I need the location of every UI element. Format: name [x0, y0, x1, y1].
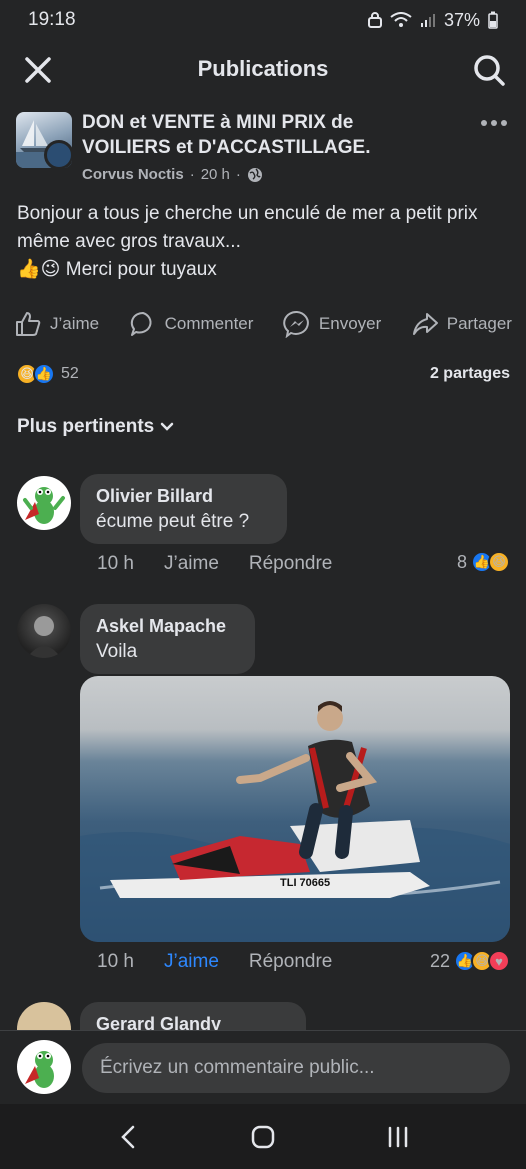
comment-composer: Écrivez un commentaire public...: [0, 1030, 526, 1104]
comment-actions: 10 h J’aime Répondre: [97, 951, 332, 973]
status-bar: 19:18 37%: [0, 0, 526, 40]
globe-icon: [247, 167, 262, 182]
comment-bubble: Olivier Billard écume peut être ?: [80, 474, 287, 544]
haha-reaction-icon: 😆: [488, 551, 510, 573]
more-icon[interactable]: [480, 118, 508, 128]
group-avatar[interactable]: [16, 112, 72, 168]
reaction-count[interactable]: 52: [61, 365, 79, 383]
post-actions: J’aime Commenter Envoyer Partager: [0, 306, 526, 342]
comment-reaction-count: 8: [456, 551, 467, 572]
share-icon: [412, 313, 438, 335]
avatar[interactable]: [17, 476, 71, 530]
close-icon[interactable]: [22, 54, 54, 86]
comment-bubble: Gerard Glandy: [80, 1002, 306, 1030]
frog-avatar-image: [23, 487, 65, 524]
comment-like-button[interactable]: J’aime: [164, 553, 219, 575]
post-text-line2: Merci pour tuyaux: [65, 259, 217, 280]
share-button[interactable]: Partager: [411, 310, 512, 338]
messenger-icon: [283, 310, 309, 338]
comment-partial: Gerard Glandy: [0, 1002, 526, 1030]
comment-button[interactable]: Commenter: [129, 310, 253, 338]
group-name[interactable]: DON et VENTE à MINI PRIX de VOILIERS et …: [82, 110, 412, 160]
comment-text: Voila: [96, 641, 138, 662]
recents-icon[interactable]: [378, 1124, 418, 1150]
battery-icon: [488, 11, 498, 29]
meta-separator: ·: [189, 166, 195, 183]
comment-reactions[interactable]: 22 👍 😆 ♥: [430, 950, 510, 972]
frog-avatar-image: [25, 1051, 54, 1088]
jet-ski-photo: TLI 70665: [80, 701, 510, 942]
group-avatar-badge: [44, 140, 72, 168]
avatar[interactable]: [17, 604, 71, 658]
post-body: Bonjour a tous je cherche un enculé de m…: [17, 200, 512, 284]
comment-reply-button[interactable]: Répondre: [249, 951, 332, 973]
comment-author[interactable]: Olivier Billard: [96, 484, 271, 508]
comment-time[interactable]: 10 h: [97, 553, 134, 575]
back-icon[interactable]: [108, 1124, 148, 1150]
comment-input-placeholder: Écrivez un commentaire public...: [100, 1057, 375, 1078]
love-reaction-icon: ♥: [488, 950, 510, 972]
like-icon: [16, 312, 41, 336]
comment-input[interactable]: Écrivez un commentaire public...: [82, 1043, 510, 1093]
signal-icon: [420, 14, 435, 27]
post-meta: Corvus Noctis · 20 h ·: [82, 166, 263, 183]
share-count[interactable]: 2 partages: [430, 365, 510, 383]
reaction-summary[interactable]: 😆 👍: [16, 363, 55, 385]
meta-separator: ·: [235, 166, 241, 183]
comment-icon: [130, 311, 152, 336]
photo-caption: TLI 70665: [280, 877, 330, 889]
comment-reaction-count: 22: [429, 950, 450, 971]
comment-text: écume peut être ?: [96, 511, 250, 532]
post-stats: 😆 👍 52 2 partages: [16, 362, 510, 386]
battery-level: 37%: [443, 9, 480, 30]
home-icon[interactable]: [243, 1124, 283, 1150]
avatar[interactable]: [17, 1002, 71, 1030]
comment-sort-dropdown[interactable]: Plus pertinents: [17, 416, 174, 438]
comment-reactions[interactable]: 8 👍 😆: [457, 551, 510, 573]
post-header: DON et VENTE à MINI PRIX de VOILIERS et …: [16, 110, 510, 183]
comment-actions: 10 h J’aime Répondre: [97, 553, 332, 575]
search-icon[interactable]: [472, 53, 506, 87]
post-time[interactable]: 20 h: [201, 166, 230, 183]
post-text-line1: Bonjour a tous je cherche un enculé de m…: [17, 203, 478, 252]
system-nav-bar: [0, 1104, 526, 1169]
top-bar: Publications: [0, 44, 526, 94]
my-avatar: [17, 1040, 71, 1094]
comment-author[interactable]: Askel Mapache: [96, 614, 239, 638]
post-emojis: 👍😉: [17, 259, 61, 280]
comment-time[interactable]: 10 h: [97, 951, 134, 973]
comment-bubble: Askel Mapache Voila: [80, 604, 255, 674]
person-avatar-image: [27, 616, 61, 658]
post-author[interactable]: Corvus Noctis: [82, 166, 184, 183]
lock-icon: [367, 12, 382, 28]
comment-like-button[interactable]: J’aime: [164, 951, 219, 973]
comment-photo[interactable]: TLI 70665: [80, 676, 510, 942]
comment-reply-button[interactable]: Répondre: [249, 553, 332, 575]
page-title: Publications: [197, 56, 329, 81]
like-button[interactable]: J’aime: [14, 310, 99, 338]
wifi-icon: [390, 12, 412, 27]
clock: 19:18: [28, 9, 76, 30]
chevron-down-icon: [161, 422, 174, 431]
comment-author[interactable]: Gerard Glandy: [96, 1012, 290, 1030]
send-button[interactable]: Envoyer: [283, 310, 381, 338]
like-reaction-icon: 👍: [33, 363, 55, 385]
